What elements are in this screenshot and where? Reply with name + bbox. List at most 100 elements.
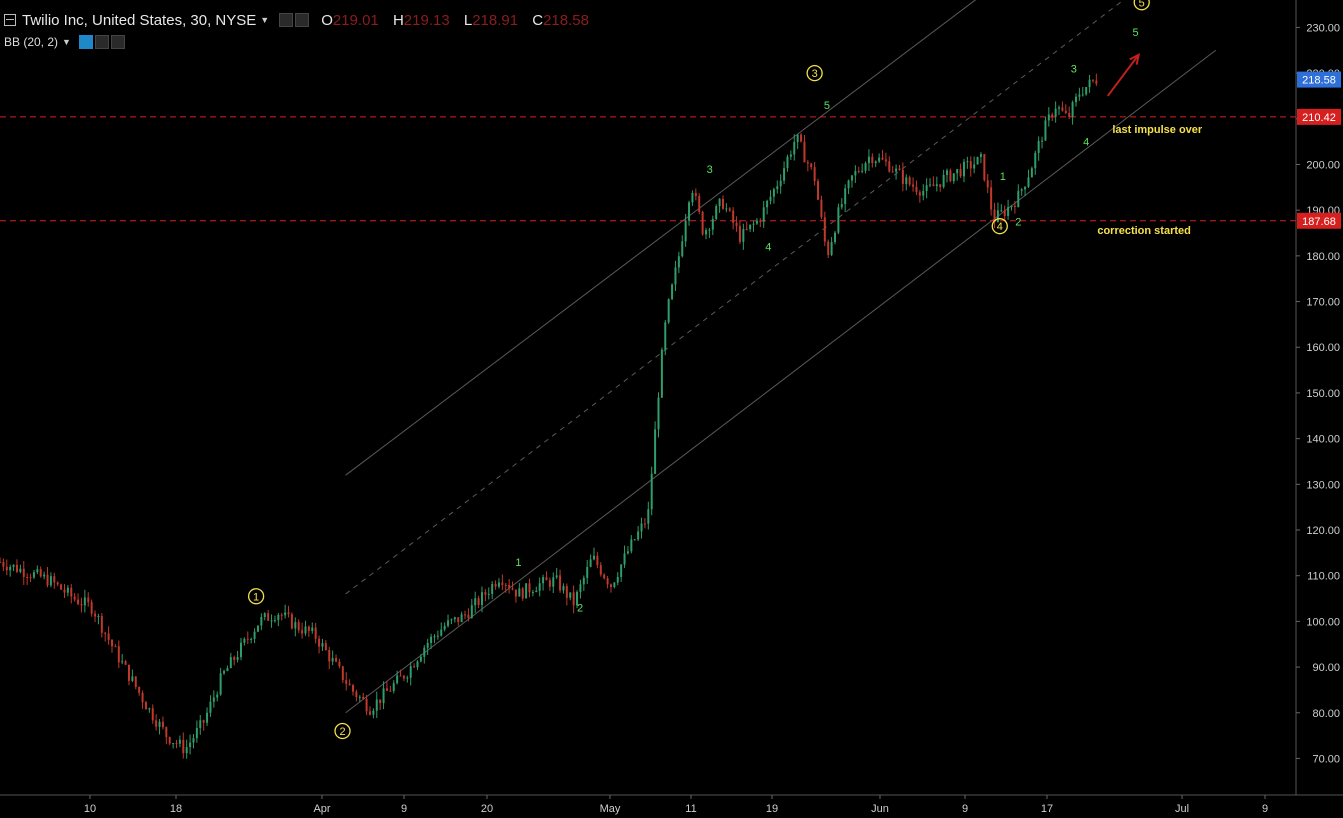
candle-body	[752, 223, 755, 225]
collapse-icon[interactable]	[4, 14, 16, 26]
candle-body	[97, 615, 100, 617]
candle-body	[881, 157, 884, 160]
candle-body	[959, 169, 962, 177]
candle-body	[694, 192, 697, 197]
eye-icon[interactable]	[78, 35, 93, 49]
candle-body	[352, 685, 355, 692]
candle-body	[708, 229, 711, 231]
candle-body	[1071, 102, 1074, 117]
candle-body	[932, 184, 935, 187]
x-tick-label: 20	[481, 803, 493, 815]
wave-label-major: 1	[253, 591, 259, 603]
symbol-title[interactable]: Twilio Inc, United States, 30, NYSE	[22, 12, 256, 29]
candle-body	[962, 161, 965, 177]
candle-body	[216, 694, 219, 698]
candle-body	[749, 224, 752, 230]
candle-body	[626, 551, 629, 554]
candle-body	[946, 170, 949, 175]
candle-body	[548, 580, 551, 587]
candle-body	[633, 539, 636, 541]
x-tick-label: 18	[170, 803, 182, 815]
candle-body	[1078, 94, 1081, 97]
candle-body	[474, 598, 477, 606]
candle-body	[209, 701, 212, 713]
candle-body	[725, 208, 728, 210]
wave-label-minor: 4	[765, 242, 771, 254]
eye-icon[interactable]	[279, 13, 294, 27]
candle-body	[1074, 96, 1077, 103]
y-tick-label: 170.00	[1306, 297, 1340, 309]
candle-body	[280, 614, 283, 616]
x-tick-label: 11	[685, 803, 696, 815]
settings-icon[interactable]	[295, 13, 310, 27]
candle-body	[949, 170, 952, 182]
candle-body	[406, 677, 409, 679]
candle-body	[721, 198, 724, 209]
candle-body	[901, 169, 904, 184]
candle-body	[144, 702, 147, 710]
wave-label-minor: 2	[577, 603, 583, 615]
candle-body	[952, 173, 955, 182]
candle-body	[1030, 168, 1033, 178]
x-tick-label: May	[600, 803, 621, 815]
candle-body	[49, 576, 52, 586]
candle-body	[107, 633, 110, 640]
candle-body	[223, 671, 226, 674]
wave-label-minor: 1	[1000, 171, 1006, 183]
candle-body	[77, 599, 80, 605]
candle-body	[161, 721, 164, 728]
price-chart[interactable]: last impulse over correction started 1 2 3 4…	[0, 0, 1343, 818]
candle-body	[467, 614, 470, 618]
candle-body	[60, 584, 63, 590]
candle-body	[891, 171, 894, 173]
candle-body	[297, 622, 300, 631]
candle-body	[888, 161, 891, 172]
candle-body	[39, 569, 42, 577]
candle-body	[582, 577, 585, 585]
candle-body	[355, 691, 358, 698]
candle-body	[786, 156, 789, 169]
candle-body	[1020, 189, 1023, 191]
ohlc-open-key: O	[321, 11, 333, 29]
y-tick-label: 70.00	[1312, 753, 1340, 765]
chevron-down-icon[interactable]: ▼	[62, 37, 71, 47]
candle-body	[844, 188, 847, 205]
x-tick-label: Apr	[313, 803, 330, 815]
indicator-label[interactable]: BB (20, 2)	[4, 35, 58, 49]
candle-body	[26, 576, 29, 578]
wave-label-minor: 2	[1015, 217, 1021, 229]
y-tick-label: 120.00	[1306, 525, 1340, 537]
candle-body	[87, 597, 90, 603]
ohlc-high-value: 219.13	[403, 11, 450, 29]
candle-body	[32, 572, 35, 578]
candle-body	[562, 586, 565, 591]
candle-body	[586, 566, 589, 578]
level-label: last impulse over	[1112, 124, 1203, 136]
candle-body	[63, 589, 66, 593]
candle-body	[450, 619, 453, 621]
candle-body	[966, 161, 969, 163]
ohlc-low-key: L	[463, 11, 473, 29]
candle-body	[111, 639, 114, 647]
candle-body	[148, 708, 151, 710]
candle-body	[898, 168, 901, 170]
candle-body	[104, 632, 107, 634]
candle-body	[698, 196, 701, 212]
candle-body	[365, 698, 368, 712]
x-tick-label: 9	[962, 803, 968, 815]
y-tick-label: 100.00	[1306, 616, 1340, 628]
wave-label-minor: 5	[824, 100, 830, 112]
close-icon[interactable]	[110, 35, 125, 49]
candle-body	[497, 582, 500, 587]
candle-body	[738, 226, 741, 242]
candle-body	[246, 638, 249, 640]
candle-body	[643, 523, 646, 525]
x-tick-label: 17	[1041, 803, 1053, 815]
candle-body	[423, 647, 426, 657]
chevron-down-icon[interactable]: ▼	[260, 15, 269, 25]
candle-body	[508, 584, 511, 589]
settings-icon[interactable]	[94, 35, 109, 49]
candle-body	[250, 638, 253, 640]
candle-body	[654, 429, 657, 474]
y-tick-label: 160.00	[1306, 342, 1340, 354]
